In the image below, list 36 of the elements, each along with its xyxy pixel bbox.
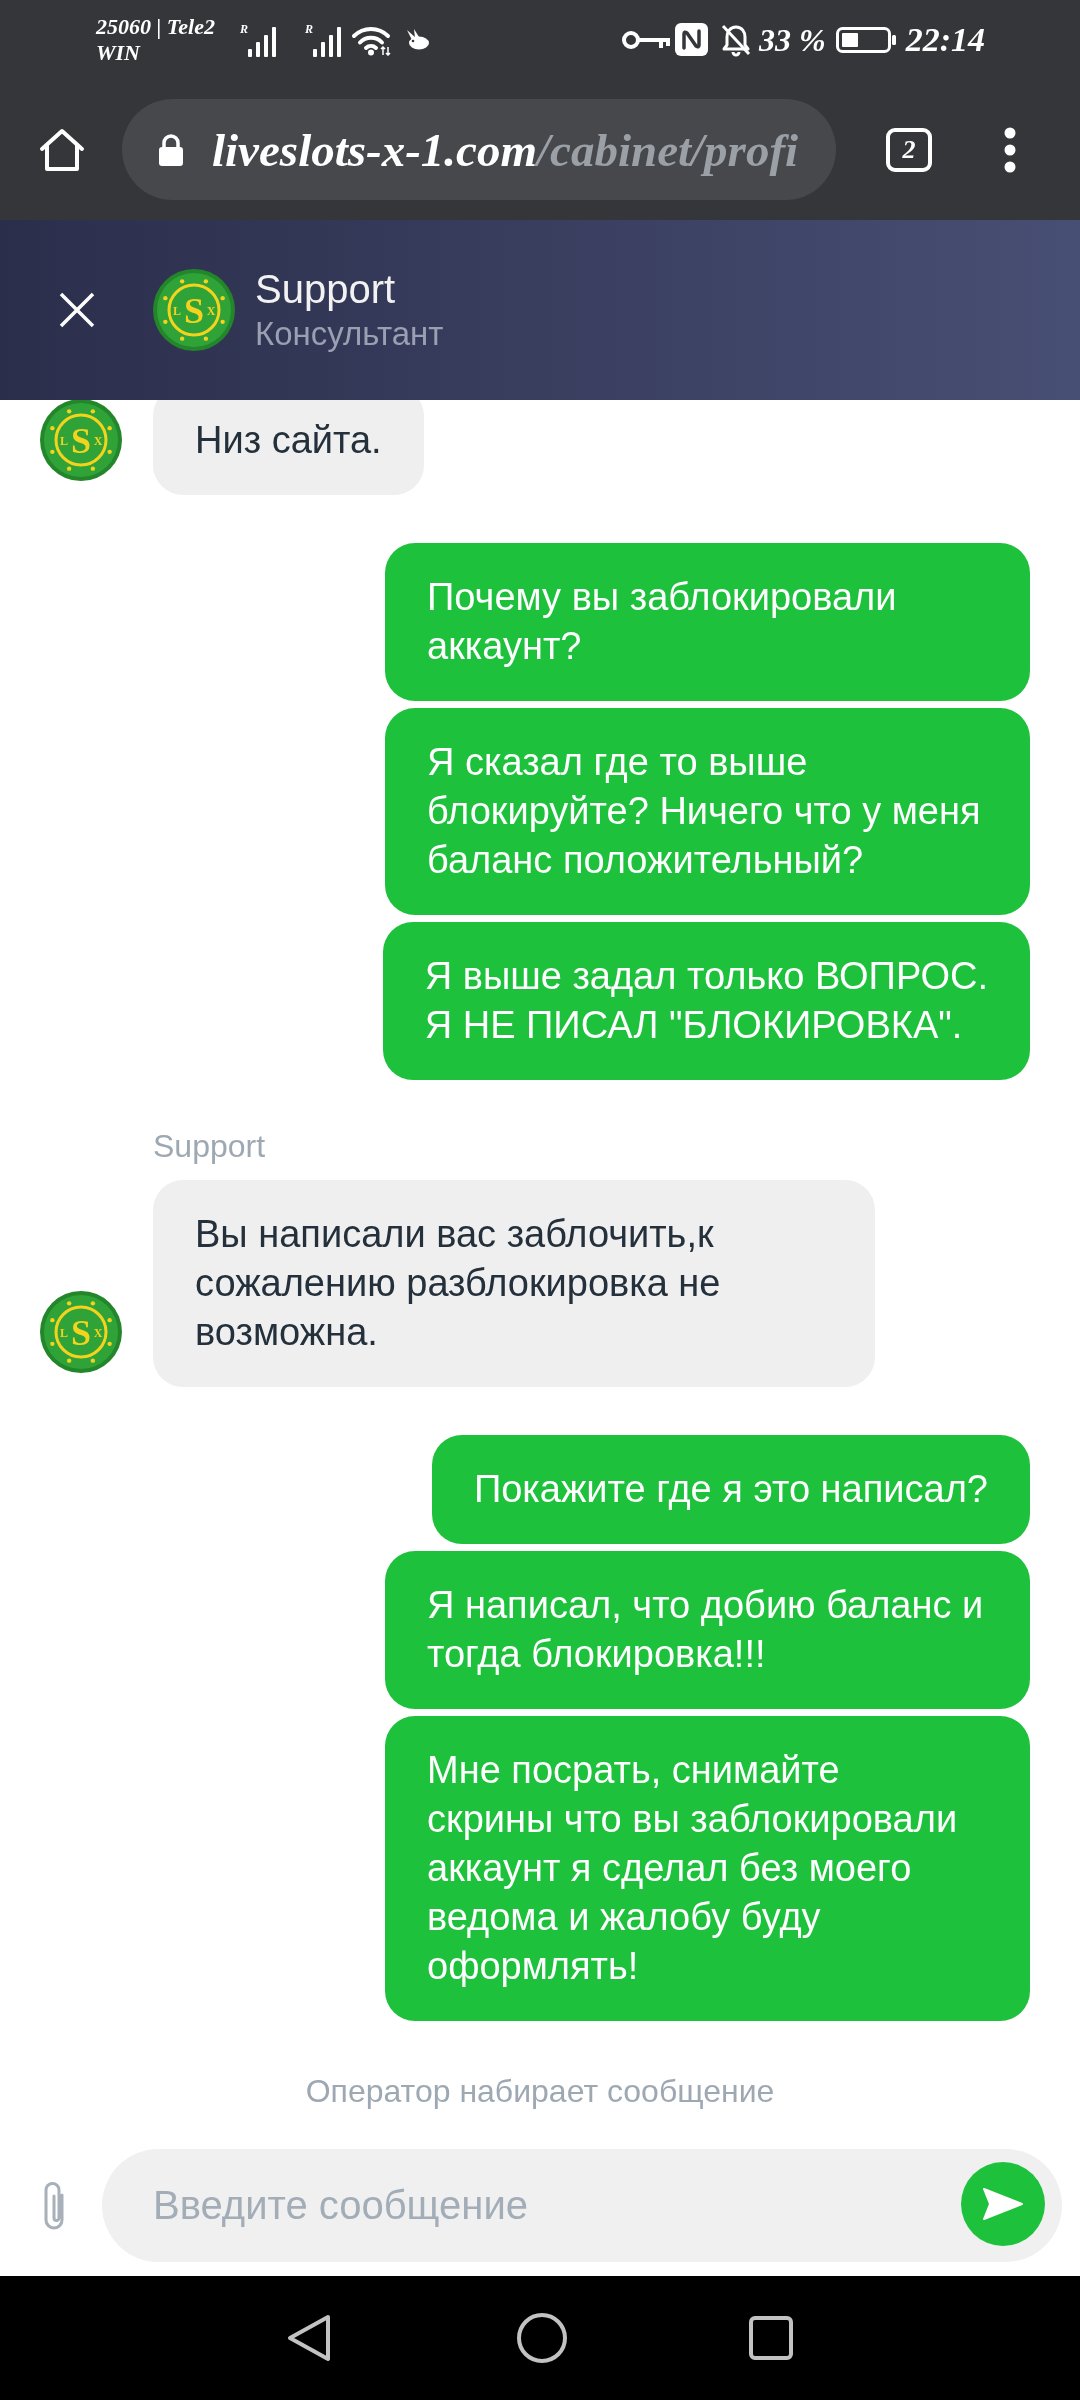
carrier-name: 25060 | Tele2 WIN xyxy=(96,13,215,66)
message-bubble: Я сказал где то выше блокируйте? Ничего что у меня баланс положительный? xyxy=(385,708,1030,915)
close-icon[interactable] xyxy=(59,292,95,328)
home-icon[interactable] xyxy=(517,2313,567,2363)
address-bar[interactable]: liveslots-x-1.com/cabinet/profi xyxy=(122,99,836,200)
signal-icon xyxy=(247,26,276,57)
sender-name: Support xyxy=(153,1128,266,1165)
roaming-indicator: R xyxy=(239,22,248,35)
tab-count-button[interactable]: 2 xyxy=(886,127,932,172)
key-icon xyxy=(621,28,671,51)
chat-subtitle: Консультант xyxy=(255,314,444,354)
typing-indicator: Оператор набирает сообщение xyxy=(305,2072,775,2110)
message-bubble: Я написал, что добию баланс и тогда блокировка!!! xyxy=(385,1551,1030,1709)
message-bubble: Вы написали вас заблочить,к сожалению разблокировка не возможна. xyxy=(153,1180,875,1387)
battery-percentage: 33 % xyxy=(759,21,826,58)
chat-title: Support xyxy=(255,266,397,312)
menu-icon[interactable] xyxy=(1004,126,1016,173)
message-bubble: Низ сайта. xyxy=(153,400,424,495)
status-time: 22:14 xyxy=(905,20,985,59)
message-bubble: Я выше задал только ВОПРОС. Я НЕ ПИСАЛ "БЛОКИРОВКА". xyxy=(382,922,1030,1080)
battery-icon xyxy=(835,26,896,53)
message-bubble: Покажите где я это написал? xyxy=(431,1435,1030,1544)
lock-icon xyxy=(158,132,184,167)
bell-off-icon xyxy=(720,22,752,57)
signal-icon xyxy=(312,26,341,57)
rabbit-icon xyxy=(405,28,430,51)
recents-icon[interactable] xyxy=(749,2316,793,2360)
message-bubble: Почему вы заблокировали аккаунт? xyxy=(385,543,1030,701)
back-icon[interactable] xyxy=(287,2314,331,2362)
roaming-indicator: R xyxy=(304,22,313,35)
message-input[interactable]: Введите сообщение xyxy=(102,2149,1062,2262)
message-bubble: Мне посрать, снимайте скрины что вы заблокировали аккаунт я сделал без моего ведома и жалобу буду оформлять! xyxy=(385,1716,1030,2021)
url-text: liveslots-x-1.com/cabinet/profi xyxy=(212,122,799,178)
home-icon[interactable] xyxy=(38,126,86,173)
nfc-icon xyxy=(675,23,708,56)
send-icon xyxy=(983,2187,1023,2221)
